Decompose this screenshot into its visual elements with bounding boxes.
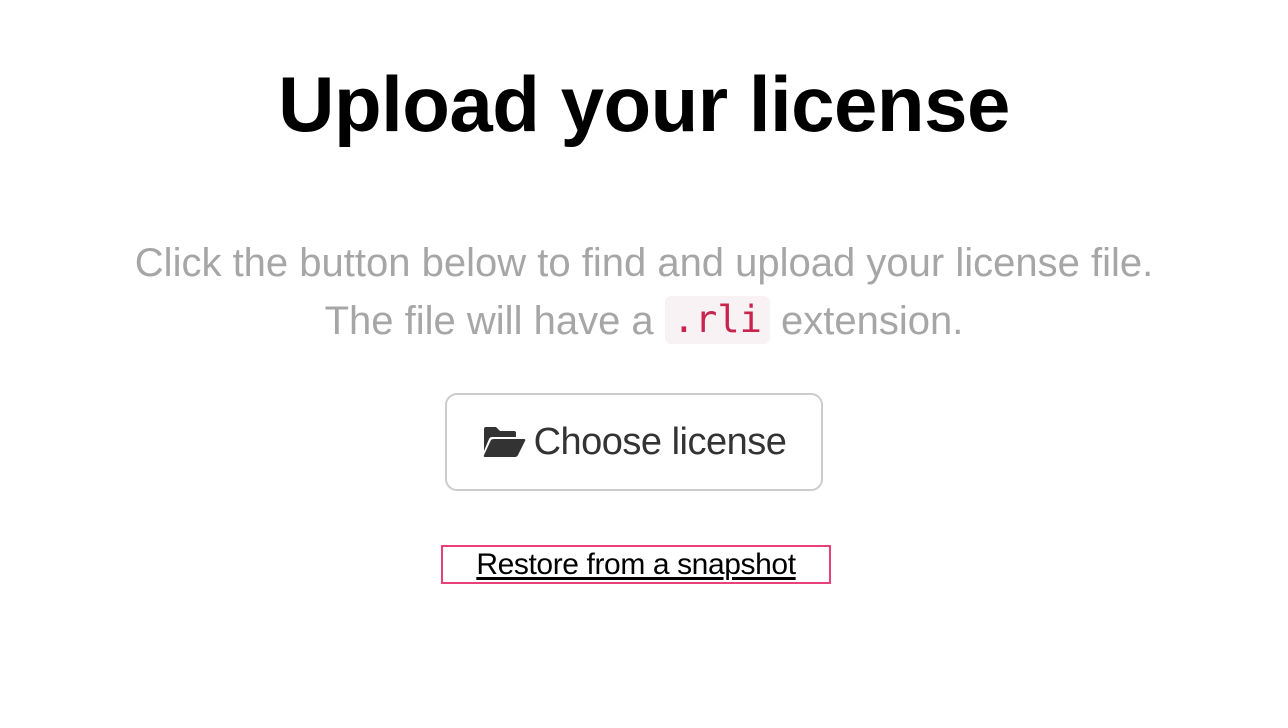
file-extension-code: .rli (664, 296, 770, 344)
instructions-line-2-suffix: extension. (769, 299, 964, 343)
instructions-line-2: The file will have a .rli extension. (0, 292, 1288, 350)
folder-open-icon (482, 425, 526, 459)
restore-snapshot-link[interactable]: Restore from a snapshot (441, 545, 831, 584)
instructions-line-1: Click the button below to find and uploa… (134, 241, 1154, 285)
instructions-line-2-prefix: The file will have a (324, 299, 665, 343)
upload-license-page: Upload your license Click the button bel… (0, 0, 1288, 728)
choose-license-button[interactable]: Choose license (445, 393, 823, 491)
page-title: Upload your license (278, 60, 1010, 148)
instructions-text: Click the button below to find and uploa… (0, 234, 1288, 350)
choose-license-label: Choose license (533, 420, 787, 463)
